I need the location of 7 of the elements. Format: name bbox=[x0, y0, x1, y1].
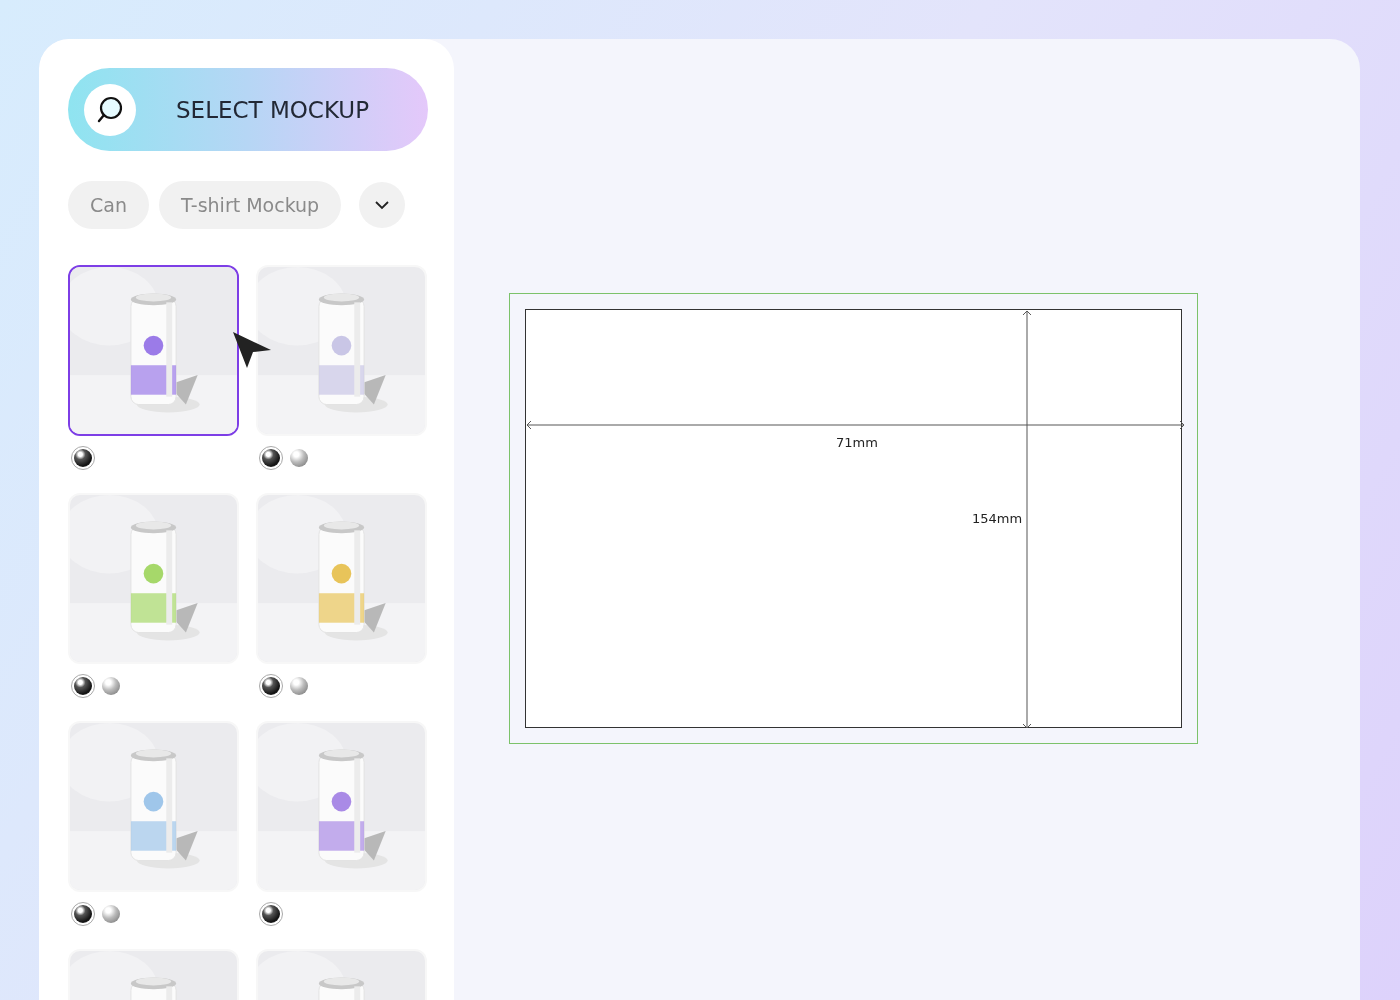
height-label: 154mm bbox=[972, 511, 1023, 526]
filter-chip[interactable]: T-shirt Mockup bbox=[158, 181, 342, 229]
filter-chip[interactable]: Can bbox=[68, 181, 149, 229]
cursor-arrow-icon bbox=[231, 330, 273, 370]
select-mockup-button[interactable]: SELECT MOCKUP bbox=[68, 68, 428, 151]
search-icon bbox=[95, 94, 125, 125]
width-label: 71mm bbox=[836, 435, 878, 450]
